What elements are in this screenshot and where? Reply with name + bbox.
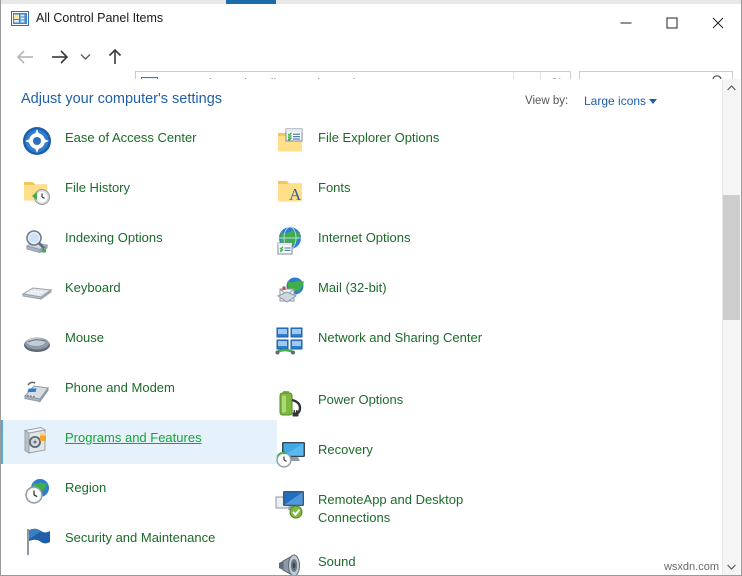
item-label: Mail (32-bit) [318, 279, 387, 297]
sound-icon [274, 549, 306, 575]
control-panel-item-recovery[interactable]: Recovery [254, 432, 504, 476]
indexing-options-icon [21, 225, 53, 257]
back-arrow-icon[interactable] [11, 42, 39, 72]
mail-icon [274, 275, 306, 307]
mouse-icon [21, 325, 53, 357]
control-panel-icon [11, 11, 29, 26]
up-arrow-icon[interactable] [101, 42, 129, 72]
control-panel-window: All Control Panel Items [0, 0, 742, 576]
item-label: Sound [318, 553, 356, 571]
item-label: Indexing Options [65, 229, 163, 247]
content-pane: Adjust your computer's settings View by:… [1, 79, 741, 575]
navigation-bar: › Control Panel › All Control Panel Item… [1, 35, 742, 79]
ease-of-access-icon [21, 125, 53, 157]
phone-and-modem-icon [21, 375, 53, 407]
item-label: Region [65, 479, 106, 497]
item-label: File Explorer Options [318, 129, 439, 147]
control-panel-item-fonts[interactable]: A Fonts [254, 170, 504, 214]
programs-and-features-icon [21, 425, 53, 457]
watermark: wsxdn.com [664, 561, 719, 573]
recent-locations-chevron-icon[interactable] [75, 42, 95, 72]
item-label: Recovery [318, 441, 373, 459]
file-explorer-options-icon [274, 125, 306, 157]
content-header: Adjust your computer's settings View by:… [1, 79, 741, 120]
control-panel-item-mail[interactable]: Mail (32-bit) [254, 270, 504, 314]
power-options-icon [274, 387, 306, 419]
page-title: Adjust your computer's settings [21, 91, 222, 107]
control-panel-item-file-history[interactable]: File History [1, 170, 265, 214]
vertical-scrollbar[interactable] [722, 79, 740, 575]
minimize-button[interactable] [603, 8, 649, 38]
control-panel-item-mouse[interactable]: Mouse [1, 320, 265, 364]
file-history-icon [21, 175, 53, 207]
scroll-down-icon[interactable] [723, 558, 740, 575]
security-and-maintenance-icon [21, 525, 53, 557]
internet-options-icon [274, 225, 306, 257]
control-panel-items-grid: Ease of Access Center File History [1, 120, 717, 575]
view-by-dropdown[interactable]: Large icons [584, 94, 646, 108]
control-panel-item-phone-and-modem[interactable]: Phone and Modem [1, 370, 265, 414]
scrollbar-thumb[interactable] [723, 195, 740, 320]
svg-text:A: A [289, 185, 302, 204]
recovery-icon [274, 437, 306, 469]
control-panel-item-region[interactable]: Region [1, 470, 265, 514]
window-title: All Control Panel Items [36, 10, 163, 27]
item-label: Programs and Features [65, 429, 202, 447]
chevron-down-icon[interactable] [649, 99, 657, 104]
item-label: Phone and Modem [65, 379, 175, 397]
fonts-icon: A [274, 175, 306, 207]
control-panel-item-indexing-options[interactable]: Indexing Options [1, 220, 265, 264]
control-panel-item-remoteapp-and-desktop-connections[interactable]: RemoteApp and Desktop Connections [254, 482, 504, 544]
region-icon [21, 475, 53, 507]
control-panel-item-security-and-maintenance[interactable]: Security and Maintenance [1, 520, 265, 564]
item-label: Ease of Access Center [65, 129, 197, 147]
control-panel-item-programs-and-features[interactable]: Programs and Features [1, 420, 277, 464]
item-label: Mouse [65, 329, 104, 347]
control-panel-item-file-explorer-options[interactable]: File Explorer Options [254, 120, 504, 164]
item-label: Power Options [318, 391, 403, 409]
control-panel-item-power-options[interactable]: Power Options [254, 382, 504, 426]
control-panel-item-network-and-sharing-center[interactable]: Network and Sharing Center [254, 320, 504, 382]
control-panel-item-internet-options[interactable]: Internet Options [254, 220, 504, 264]
item-label: Keyboard [65, 279, 121, 297]
item-label: File History [65, 179, 130, 197]
item-label: Security and Maintenance [65, 529, 215, 547]
close-button[interactable] [695, 8, 741, 38]
network-and-sharing-center-icon [274, 325, 306, 357]
item-label: RemoteApp and Desktop Connections [318, 491, 498, 527]
item-label: Internet Options [318, 229, 411, 247]
remoteapp-and-desktop-connections-icon [274, 487, 306, 519]
item-label: Network and Sharing Center [318, 329, 482, 347]
scroll-up-icon[interactable] [723, 79, 740, 96]
forward-arrow-icon[interactable] [45, 42, 73, 72]
item-label: Fonts [318, 179, 351, 197]
keyboard-icon [21, 275, 53, 307]
control-panel-item-keyboard[interactable]: Keyboard [1, 270, 265, 314]
maximize-button[interactable] [649, 8, 695, 38]
control-panel-item-ease-of-access-center[interactable]: Ease of Access Center [1, 120, 265, 164]
control-panel-item-sound[interactable]: Sound [254, 544, 504, 575]
title-bar: All Control Panel Items [1, 4, 742, 35]
view-by-label: View by: [525, 95, 568, 107]
